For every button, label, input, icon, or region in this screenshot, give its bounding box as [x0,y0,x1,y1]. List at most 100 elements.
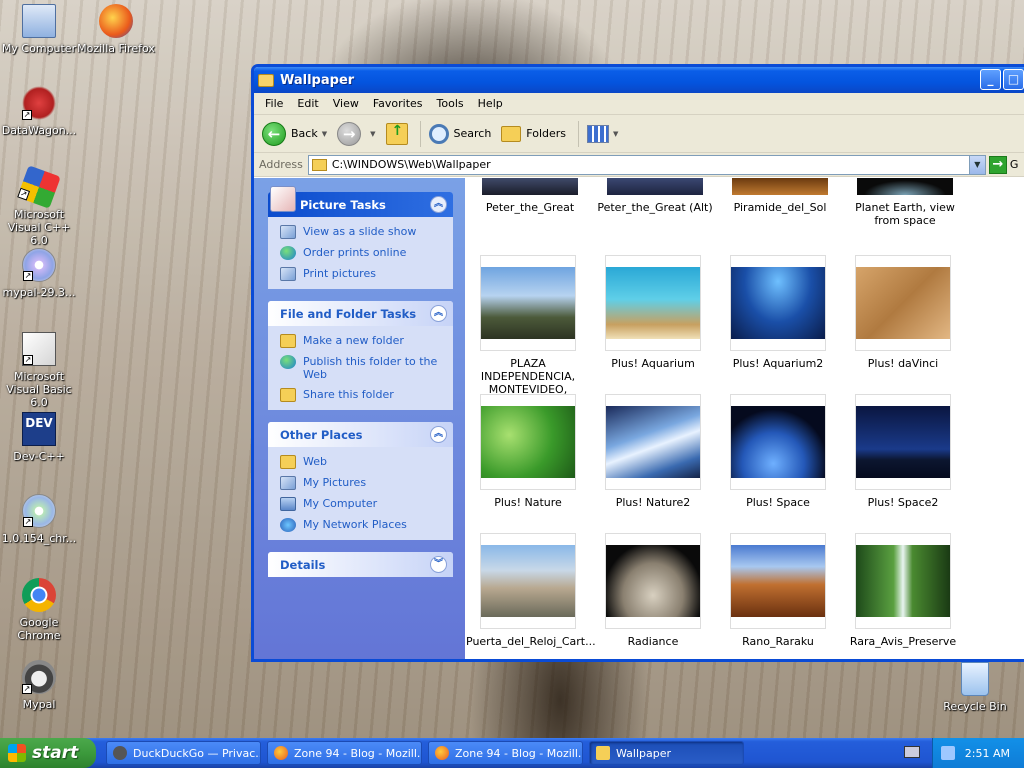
menu-edit[interactable]: Edit [290,97,325,110]
file-folder-tasks-header[interactable]: File and Folder Tasks ︽ [268,301,453,326]
minimize-button[interactable]: _ [980,69,1001,90]
task-slide-show[interactable]: View as a slide show [280,225,445,239]
menu-tools[interactable]: Tools [430,97,471,110]
desktop-icon-dev-cpp[interactable]: DEV Dev-C++ [0,412,78,463]
taskbar-item-zone94-2[interactable]: Zone 94 - Blog - Mozill... [428,741,583,765]
file-item[interactable]: Plus! Space2 [841,394,965,509]
keyboard-icon[interactable] [904,746,920,758]
file-item[interactable]: Plus! Nature [466,394,590,509]
desktop-icon-label: Microsoft Visual C++ 6.0 [7,208,71,247]
task-publish-web[interactable]: Publish this folder to the Web [280,355,445,381]
place-my-pictures[interactable]: My Pictures [280,476,445,490]
shortcut-arrow-icon: ↗ [23,355,33,365]
file-item[interactable]: Planet Earth, view from space [843,195,967,227]
desktop-icon-visual-cpp[interactable]: ↗ Microsoft Visual C++ 6.0 [0,165,78,247]
title-bar[interactable]: Wallpaper _ □ [254,67,1024,93]
place-web[interactable]: Web [280,455,445,469]
views-button[interactable]: ▼ [587,124,619,143]
place-my-network-places[interactable]: My Network Places [280,518,445,532]
desktop-icon-label: Mypal [22,698,56,711]
firefox-icon [99,4,133,38]
other-places-header[interactable]: Other Places ︽ [268,422,453,447]
file-item[interactable]: Plus! Space [716,394,840,509]
thumbnail [730,533,826,629]
desktop-icon-google-chrome[interactable]: Google Chrome [0,578,78,642]
details-header[interactable]: Details ︾ [268,552,453,577]
menu-file[interactable]: File [258,97,290,110]
clock[interactable]: 2:51 AM [965,747,1010,760]
place-my-computer[interactable]: My Computer [280,497,445,511]
taskbar-item-label: Zone 94 - Blog - Mozill... [455,746,583,760]
file-item[interactable]: Piramide_del_Sol [718,195,842,214]
start-button[interactable]: start [0,738,96,768]
thumbnail-partial [482,178,578,195]
task-label: Order prints online [303,246,407,259]
address-dropdown-button[interactable]: ▼ [968,155,985,174]
desktop-icon-visual-basic[interactable]: ↗ Microsoft Visual Basic 6.0 [0,332,78,409]
task-make-new-folder[interactable]: Make a new folder [280,334,445,348]
task-share-folder[interactable]: Share this folder [280,388,445,402]
menu-favorites[interactable]: Favorites [366,97,430,110]
dropdown-arrow-icon: ▼ [613,129,619,138]
up-folder-icon [385,122,408,145]
menu-view[interactable]: View [326,97,366,110]
back-button[interactable]: ← Back ▼ [262,121,327,146]
visual-cpp-icon: ↗ [17,165,61,209]
go-label[interactable]: G [1010,158,1019,171]
search-button[interactable]: Search [428,123,491,144]
taskbar-item-duckduckgo[interactable]: DuckDuckGo — Privac... [106,741,261,765]
thumbnail-image [481,267,575,339]
taskbar-item-wallpaper[interactable]: Wallpaper [589,741,744,765]
thumbnail [480,255,576,351]
task-label: Print pictures [303,267,376,280]
file-item[interactable]: Rara_Avis_Preserve [841,533,965,648]
taskbar-item-zone94-1[interactable]: Zone 94 - Blog - Mozill... [267,741,422,765]
desktop-icon-firefox[interactable]: Mozilla Firefox [77,4,155,55]
place-label: My Computer [303,497,378,510]
forward-button[interactable]: → ▼ [337,121,376,146]
network-tray-icon[interactable] [940,746,955,760]
other-places-title: Other Places [280,427,363,442]
collapse-chevron-icon[interactable]: ︽ [430,426,447,443]
picture-tasks-header[interactable]: Picture Tasks ︽ [268,186,453,217]
desktop-icon-mypal-installer[interactable]: ↗ mypal-29.3... [0,248,78,299]
desktop-icon-chrome-installer[interactable]: ↗ 1.0.154_chr... [0,494,78,545]
file-item[interactable]: Radiance [591,533,715,648]
go-arrow-icon[interactable]: → [988,155,1007,174]
task-order-prints[interactable]: Order prints online [280,246,445,260]
folders-button[interactable]: Folders [501,125,566,142]
address-input[interactable]: C:\WINDOWS\Web\Wallpaper ▼ [307,154,986,175]
up-folder-button[interactable] [385,122,408,145]
file-item[interactable]: Plus! Nature2 [591,394,715,509]
dropdown-arrow-icon[interactable]: ▼ [370,130,375,138]
maximize-button[interactable]: □ [1003,69,1024,90]
shortcut-arrow-icon: ↗ [23,517,33,527]
picture-tasks-panel: Picture Tasks ︽ View as a slide show Ord… [268,186,453,289]
collapse-chevron-icon[interactable]: ︽ [430,196,447,213]
dropdown-arrow-icon[interactable]: ▼ [322,130,327,138]
file-item[interactable]: Puerta_del_Reloj_Cart... [466,533,596,648]
file-item[interactable]: Peter_the_Great [468,195,592,214]
shortcut-arrow-icon: ↗ [22,110,32,120]
desktop-icon-recycle-bin[interactable]: Recycle Bin [936,662,1014,713]
thumbnail-image [606,545,700,617]
desktop-icon-datawagon[interactable]: ↗ DataWagon... [0,86,78,137]
file-item[interactable]: Rano_Raraku [716,533,840,648]
menu-help[interactable]: Help [471,97,510,110]
folder-icon [258,73,274,87]
desktop-icon-mypal[interactable]: ↗ Mypal [0,660,78,711]
collapse-chevron-icon[interactable]: ︽ [430,305,447,322]
task-print-pictures[interactable]: Print pictures [280,267,445,281]
desktop-icon-label: Mozilla Firefox [77,42,155,55]
back-arrow-icon: ← [262,121,286,146]
file-item[interactable]: Peter_the_Great (Alt) [593,195,717,214]
windows-flag-icon [8,744,26,762]
file-item[interactable]: Plus! Aquarium [591,255,715,370]
file-item[interactable]: PLAZA INDEPENDENCIA, MONTEVIDEO, URUGUAY [466,255,590,409]
mypal-raccoon-icon: ↗ [22,660,56,694]
expand-chevron-icon[interactable]: ︾ [430,556,447,573]
file-item[interactable]: Plus! Aquarium2 [716,255,840,370]
file-item[interactable]: Plus! daVinci [841,255,965,370]
taskbar-item-label: Zone 94 - Blog - Mozill... [294,746,422,760]
desktop-icon-my-computer[interactable]: My Computer [0,4,78,55]
